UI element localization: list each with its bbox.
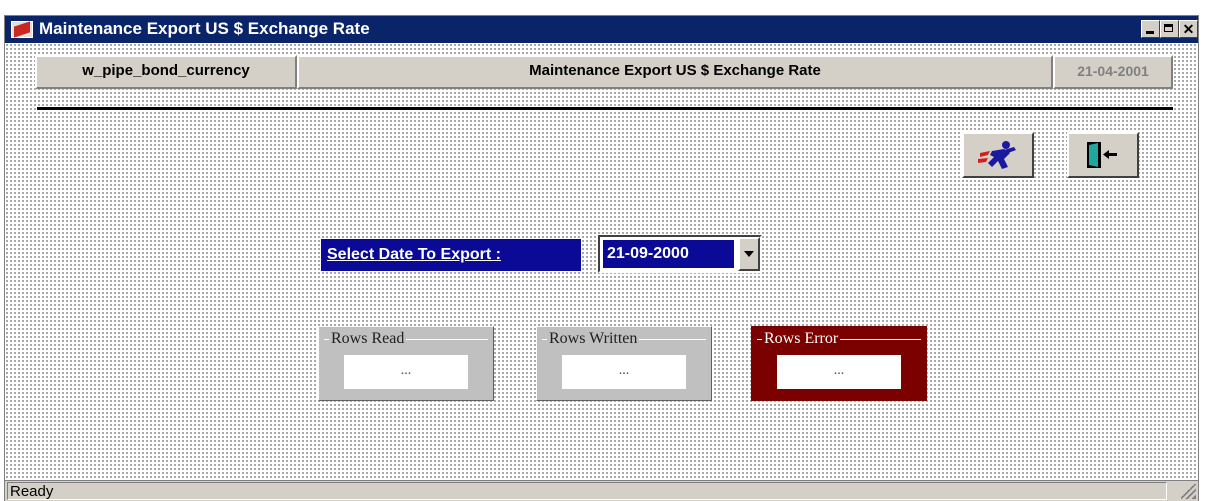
rows-written-group: Rows Written ... [536,326,712,401]
window-name-label: w_pipe_bond_currency [35,55,297,89]
export-date-value[interactable]: 21-09-2000 [603,240,734,268]
title-bar[interactable]: Maintenance Export US $ Exchange Rate ✕ [5,16,1198,43]
status-text: Ready [7,482,1167,500]
select-date-label: Select Date To Export : [320,238,582,272]
minimize-button[interactable] [1141,20,1160,38]
run-export-button[interactable] [962,132,1034,178]
app-icon[interactable] [11,21,33,38]
maximize-button[interactable] [1160,20,1179,38]
rows-read-title: Rows Read [329,329,407,349]
form-area: w_pipe_bond_currency Maintenance Export … [5,43,1198,480]
resize-grip-icon[interactable] [1181,484,1196,499]
rows-read-value: ... [344,355,468,389]
export-date-dropdown[interactable]: 21-09-2000 [598,235,762,273]
rows-written-value: ... [562,355,686,389]
rows-read-group: Rows Read ... [318,326,494,401]
close-button[interactable]: ✕ [1179,20,1198,38]
exit-button[interactable] [1067,132,1139,178]
window-title: Maintenance Export US $ Exchange Rate [39,19,370,38]
exit-door-icon [1087,142,1117,168]
status-bar: Ready [5,480,1198,501]
rows-error-title: Rows Error [762,329,841,349]
current-date: 21-04-2001 [1053,55,1173,89]
app-window: Maintenance Export US $ Exchange Rate ✕ … [4,15,1199,501]
rows-error-group: Rows Error ... [751,326,927,401]
running-man-icon [978,141,1016,169]
rows-error-value: ... [777,355,901,389]
form-title: Maintenance Export US $ Exchange Rate [297,55,1053,89]
rows-written-title: Rows Written [547,329,640,349]
chevron-down-icon[interactable] [738,237,760,271]
header-divider [37,107,1173,110]
